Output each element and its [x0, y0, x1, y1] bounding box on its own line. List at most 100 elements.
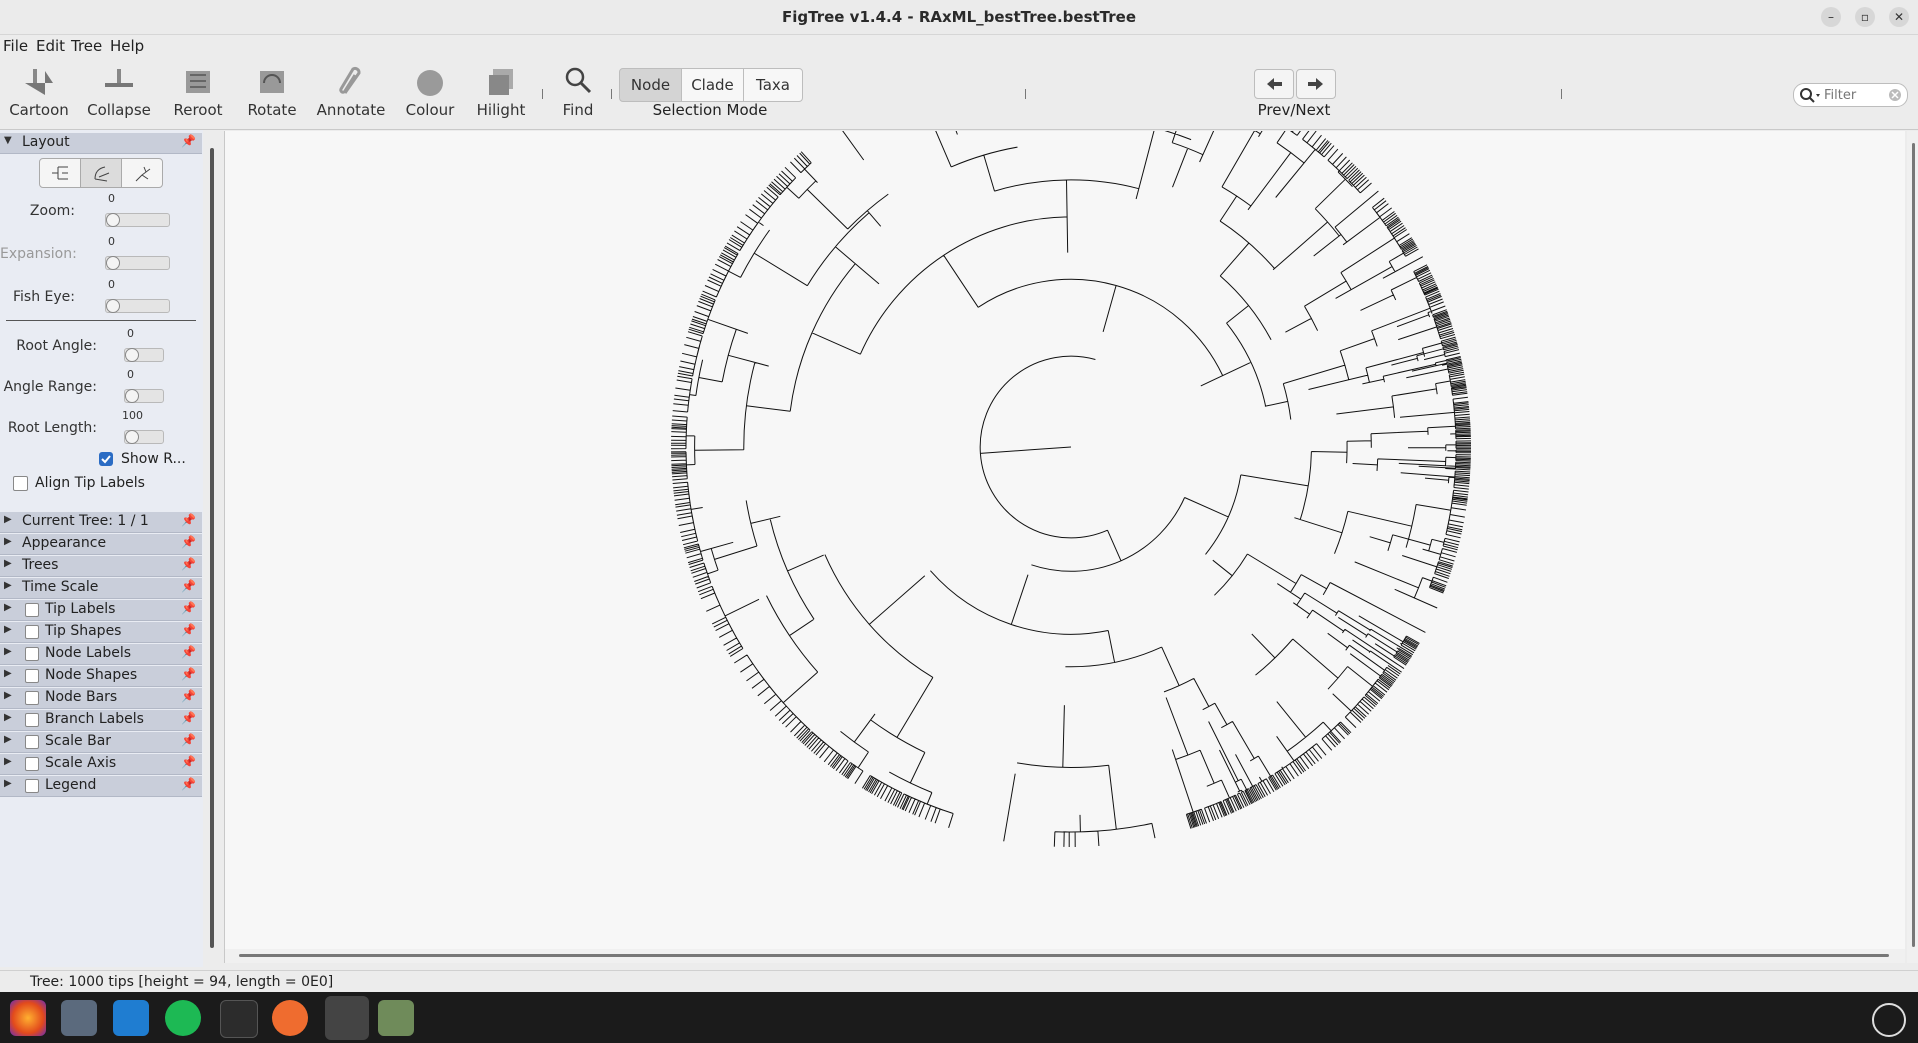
menu-file[interactable]: File: [3, 37, 28, 55]
panel-checkbox[interactable]: [25, 757, 39, 771]
vscode-icon[interactable]: [113, 1000, 149, 1036]
canvas-hscrollbar[interactable]: [225, 949, 1905, 963]
tree-canvas[interactable]: [224, 46, 1918, 963]
circular-tree[interactable]: [225, 46, 1905, 963]
expansion-slider-knob[interactable]: [106, 256, 120, 270]
show-root-checkbox[interactable]: [99, 452, 113, 466]
hilight-button[interactable]: Hilight: [473, 63, 529, 119]
menu-tree[interactable]: Tree: [71, 37, 102, 55]
panel-tip-labels[interactable]: ▶ Tip Labels 📌: [0, 600, 202, 621]
panel-trees[interactable]: ▶ Trees 📌: [0, 556, 202, 577]
files-icon[interactable]: [61, 1000, 97, 1036]
find-button[interactable]: Find: [554, 63, 602, 119]
trash-icon[interactable]: [378, 1000, 414, 1036]
rotate-button[interactable]: Rotate: [244, 63, 300, 119]
next-button[interactable]: [1296, 69, 1336, 99]
filter-input[interactable]: [1822, 86, 1884, 104]
pin-icon[interactable]: 📌: [181, 535, 196, 549]
polar-layout-button[interactable]: [80, 158, 122, 188]
align-tip-labels-checkbox[interactable]: [13, 476, 28, 491]
root-angle-value: 0: [127, 327, 134, 340]
hilight-label: Hilight: [476, 101, 526, 119]
root-length-slider-knob[interactable]: [125, 430, 139, 444]
panel-appearance[interactable]: ▶ Appearance 📌: [0, 534, 202, 555]
angle-range-slider[interactable]: [124, 389, 164, 403]
mode-node[interactable]: Node: [619, 68, 682, 102]
panel-checkbox[interactable]: [25, 779, 39, 793]
ubuntu-logo-icon[interactable]: [1872, 1003, 1906, 1037]
expansion-slider[interactable]: [105, 256, 170, 270]
angle-range-slider-knob[interactable]: [125, 389, 139, 403]
panel-checkbox[interactable]: [25, 603, 39, 617]
pin-icon[interactable]: 📌: [181, 601, 196, 615]
colour-button[interactable]: Colour: [402, 63, 458, 119]
filter-field[interactable]: [1793, 83, 1908, 107]
panel-scale-bar[interactable]: ▶ Scale Bar 📌: [0, 732, 202, 753]
clear-icon[interactable]: [1887, 87, 1903, 103]
panel-checkbox[interactable]: [25, 691, 39, 705]
panel-legend[interactable]: ▶ Legend 📌: [0, 776, 202, 797]
panel-label: Node Labels: [45, 645, 132, 661]
canvas-vscrollbar[interactable]: [1907, 131, 1918, 963]
pin-icon[interactable]: 📌: [181, 733, 196, 747]
sidebar-scroll-thumb[interactable]: [210, 148, 214, 948]
canvas-vscroll-thumb[interactable]: [1912, 143, 1915, 947]
pin-icon[interactable]: 📌: [181, 513, 196, 527]
pin-icon[interactable]: 📌: [181, 711, 196, 725]
panel-checkbox[interactable]: [25, 669, 39, 683]
menu-help[interactable]: Help: [110, 37, 144, 55]
panel-current-tree[interactable]: ▶ Current Tree: 1 / 1 📌: [0, 512, 202, 533]
collapse-button[interactable]: Collapse: [86, 63, 152, 119]
panel-node-bars[interactable]: ▶ Node Bars 📌: [0, 688, 202, 709]
firefox-icon[interactable]: [10, 1000, 46, 1036]
mode-clade[interactable]: Clade: [681, 68, 744, 102]
pin-icon[interactable]: 📌: [181, 134, 196, 148]
sidebar-scrollbar[interactable]: [206, 130, 220, 967]
root-angle-slider-knob[interactable]: [125, 348, 139, 362]
prev-button[interactable]: [1254, 69, 1294, 99]
spotify-icon[interactable]: [165, 1000, 201, 1036]
panel-branch-labels[interactable]: ▶ Branch Labels 📌: [0, 710, 202, 731]
pin-icon[interactable]: 📌: [181, 777, 196, 791]
annotate-button[interactable]: Annotate: [316, 63, 386, 119]
mode-taxa[interactable]: Taxa: [743, 68, 803, 102]
pin-icon[interactable]: 📌: [181, 645, 196, 659]
pin-icon[interactable]: 📌: [181, 667, 196, 681]
panel-checkbox[interactable]: [25, 735, 39, 749]
canvas-hscroll-thumb[interactable]: [239, 954, 1889, 957]
terminal-icon[interactable]: [220, 1000, 258, 1038]
panel-time-scale[interactable]: ▶ Time Scale 📌: [0, 578, 202, 599]
zoom-slider[interactable]: [105, 213, 170, 227]
pin-icon[interactable]: 📌: [181, 689, 196, 703]
maximize-button[interactable]: ▫: [1855, 7, 1875, 27]
panel-node-labels[interactable]: ▶ Node Labels 📌: [0, 644, 202, 665]
menu-edit[interactable]: Edit: [36, 37, 65, 55]
root-length-slider[interactable]: [124, 430, 164, 444]
radial-layout-button[interactable]: [121, 158, 163, 188]
fisheye-slider-knob[interactable]: [106, 299, 120, 313]
postman-icon[interactable]: [272, 1000, 308, 1036]
root-angle-slider[interactable]: [124, 348, 164, 362]
panel-label: Legend: [45, 777, 97, 793]
reroot-button[interactable]: Reroot: [170, 63, 226, 119]
pin-icon[interactable]: 📌: [181, 623, 196, 637]
pin-icon[interactable]: 📌: [181, 755, 196, 769]
fisheye-slider[interactable]: [105, 299, 170, 313]
panel-checkbox[interactable]: [25, 625, 39, 639]
pin-icon[interactable]: 📌: [181, 557, 196, 571]
panel-checkbox[interactable]: [25, 647, 39, 661]
zoom-slider-knob[interactable]: [106, 213, 120, 227]
minimize-button[interactable]: –: [1821, 7, 1841, 27]
panel-tip-shapes[interactable]: ▶ Tip Shapes 📌: [0, 622, 202, 643]
pin-icon[interactable]: 📌: [181, 579, 196, 593]
panel-node-shapes[interactable]: ▶ Node Shapes 📌: [0, 666, 202, 687]
cartoon-button[interactable]: Cartoon: [8, 63, 70, 119]
layout-panel-header[interactable]: ▼ Layout 📌: [0, 133, 202, 154]
root-length-value: 100: [122, 409, 143, 422]
divider: [6, 320, 196, 321]
panel-scale-axis[interactable]: ▶ Scale Axis 📌: [0, 754, 202, 775]
rectangular-layout-button[interactable]: [39, 158, 81, 188]
panel-checkbox[interactable]: [25, 713, 39, 727]
settings-icon[interactable]: [325, 996, 369, 1040]
close-button[interactable]: ✕: [1889, 7, 1909, 27]
